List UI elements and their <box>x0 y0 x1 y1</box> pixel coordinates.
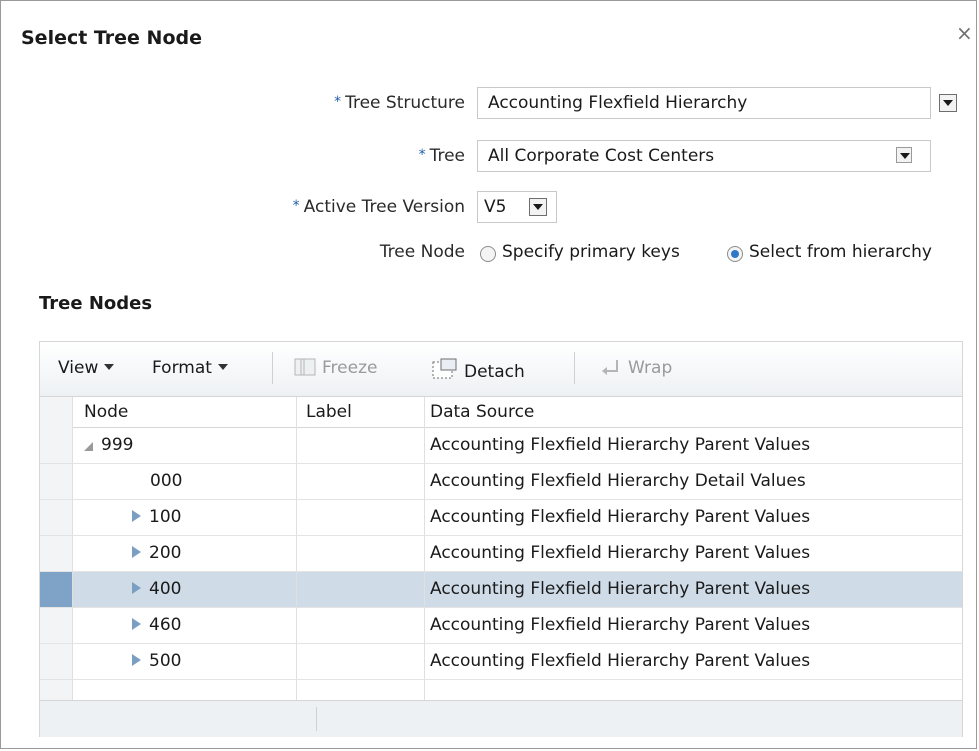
tree-expanded-icon[interactable] <box>84 442 93 451</box>
radio-select-from-hierarchy-label[interactable]: Select from hierarchy <box>749 242 932 262</box>
select-tree-node-dialog: Select Tree Node × * Tree Structure Accou… <box>0 0 977 749</box>
required-mark: * <box>418 147 426 163</box>
row-header-cell[interactable] <box>40 500 72 535</box>
tree-collapsed-icon[interactable] <box>132 510 141 522</box>
radio-specify-primary-keys[interactable] <box>480 246 496 262</box>
footer-divider <box>316 707 317 731</box>
row-header-cell[interactable] <box>40 428 72 463</box>
cell-node: 460 <box>132 608 181 643</box>
column-header-label[interactable]: Label <box>306 397 352 427</box>
column-header-data-source[interactable]: Data Source <box>430 397 534 427</box>
table-row[interactable]: 200 Accounting Flexfield Hierarchy Parent… <box>40 536 962 572</box>
format-menu-button[interactable]: Format <box>152 358 228 378</box>
tree-nodes-table-panel: View Format Freeze Detach Wrap Node Labe… <box>39 341 963 737</box>
cell-data-source: Accounting Flexfield Hierarchy Parent Va… <box>430 651 811 671</box>
tree-structure-dropdown-icon[interactable] <box>939 94 957 112</box>
tree-node-label: Tree Node <box>379 242 465 262</box>
tree-select[interactable]: All Corporate Cost Centers <box>477 140 931 172</box>
table-row[interactable]: 000 Accounting Flexfield Hierarchy Detail… <box>40 464 962 500</box>
radio-specify-primary-keys-label[interactable]: Specify primary keys <box>502 242 680 262</box>
table-row[interactable]: 460 Accounting Flexfield Hierarchy Parent… <box>40 608 962 644</box>
row-header-cell[interactable] <box>40 644 72 679</box>
table-toolbar: View Format Freeze Detach Wrap <box>40 342 962 397</box>
view-menu-button[interactable]: View <box>58 358 115 378</box>
node-value: 200 <box>149 543 182 563</box>
radio-select-from-hierarchy[interactable] <box>727 246 743 262</box>
table-footer <box>40 700 962 737</box>
detach-icon <box>432 358 458 385</box>
chevron-down-icon <box>104 364 115 370</box>
cell-data-source: Accounting Flexfield Hierarchy Parent Va… <box>430 435 811 455</box>
node-value: 000 <box>150 471 183 491</box>
detach-button[interactable]: Detach <box>432 358 525 385</box>
node-value: 400 <box>149 579 182 599</box>
table-row[interactable]: 100 Accounting Flexfield Hierarchy Parent… <box>40 500 962 536</box>
table-row[interactable]: 500 Accounting Flexfield Hierarchy Parent… <box>40 644 962 680</box>
tree-collapsed-icon[interactable] <box>132 618 141 630</box>
cell-node: 000 <box>150 464 182 499</box>
wrap-button[interactable]: Wrap <box>600 358 672 381</box>
cell-data-source: Accounting Flexfield Hierarchy Parent Va… <box>430 615 811 635</box>
row-header-cell[interactable] <box>40 536 72 571</box>
tree-nodes-section-title: Tree Nodes <box>39 293 153 314</box>
node-value: 460 <box>149 615 182 635</box>
tree-dropdown-icon[interactable] <box>896 147 912 163</box>
toolbar-divider <box>272 352 273 384</box>
tree-structure-value: Accounting Flexfield Hierarchy <box>488 93 748 113</box>
active-tree-version-dropdown-icon[interactable] <box>529 198 547 216</box>
cell-data-source: Accounting Flexfield Hierarchy Parent Va… <box>430 579 811 599</box>
table-row[interactable]: 999 Accounting Flexfield Hierarchy Parent… <box>40 428 962 464</box>
node-value: 999 <box>101 435 134 455</box>
cell-node: 100 <box>132 500 181 535</box>
dialog-title: Select Tree Node <box>21 27 203 49</box>
node-value: 500 <box>149 651 182 671</box>
row-header-cell[interactable] <box>40 608 72 643</box>
required-mark: * <box>292 198 300 214</box>
node-value: 100 <box>149 507 182 527</box>
required-mark: * <box>334 94 342 110</box>
column-divider <box>424 397 425 721</box>
cell-node: 500 <box>132 644 181 679</box>
column-header-node[interactable]: Node <box>84 397 128 427</box>
column-divider <box>72 397 73 721</box>
freeze-icon <box>294 358 316 381</box>
cell-node: 200 <box>132 536 181 571</box>
tree-structure-select[interactable]: Accounting Flexfield Hierarchy <box>477 87 931 119</box>
column-divider <box>296 397 297 721</box>
table-row[interactable]: 400 Accounting Flexfield Hierarchy Parent… <box>40 572 962 608</box>
toolbar-divider <box>574 352 575 384</box>
wrap-icon <box>600 358 622 381</box>
cell-data-source: Accounting Flexfield Hierarchy Parent Va… <box>430 507 811 527</box>
tree-value: All Corporate Cost Centers <box>488 146 715 166</box>
cell-data-source: Accounting Flexfield Hierarchy Detail Va… <box>430 471 806 491</box>
cell-data-source: Accounting Flexfield Hierarchy Parent Va… <box>430 543 811 563</box>
freeze-button[interactable]: Freeze <box>294 358 377 381</box>
tree-collapsed-icon[interactable] <box>132 654 141 666</box>
row-header-cell[interactable] <box>40 464 72 499</box>
close-icon[interactable]: × <box>956 21 973 45</box>
tree-structure-label: * Tree Structure <box>334 93 465 113</box>
tree-label: * Tree <box>418 146 465 166</box>
active-tree-version-value: V5 <box>484 197 507 217</box>
cell-node: 999 <box>84 428 133 463</box>
tree-collapsed-icon[interactable] <box>132 546 141 558</box>
active-tree-version-label: * Active Tree Version <box>292 197 465 217</box>
cell-node: 400 <box>132 572 181 607</box>
tree-collapsed-icon[interactable] <box>132 582 141 594</box>
row-header-cell[interactable] <box>40 572 72 607</box>
table-header-row: Node Label Data Source <box>40 397 962 428</box>
chevron-down-icon <box>217 364 228 370</box>
